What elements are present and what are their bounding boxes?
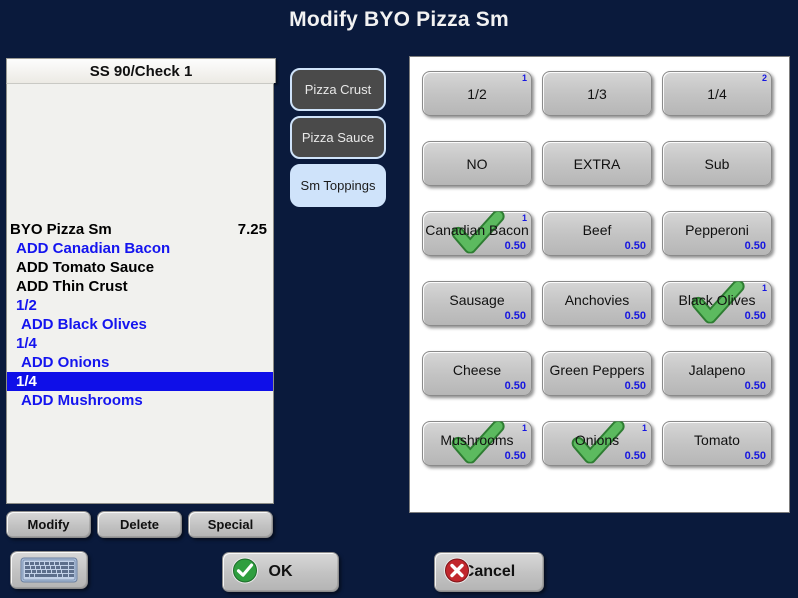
check-item-text: ADD Tomato Sauce <box>16 259 155 276</box>
delete-button[interactable]: Delete <box>97 511 182 538</box>
modifier-price: 0.50 <box>744 240 766 252</box>
modifier-label: 1/2 <box>467 85 487 102</box>
check-panel: SS 90/Check 1 BYO Pizza Sm 7.25 ADD Canadi… <box>6 58 276 505</box>
modifier-button-black-olives[interactable]: Black Olives 1 0.50 <box>662 279 772 326</box>
check-item-price: 7.25 <box>237 221 267 238</box>
modifier-quantity-badge: 1 <box>521 73 527 83</box>
category-tab-label: Sm Toppings <box>300 178 376 193</box>
modifier-price: 0.50 <box>504 240 526 252</box>
modifier-button-onions[interactable]: Onions 1 0.50 <box>542 419 652 466</box>
modifier-button-pepperoni[interactable]: Pepperoni 0.50 <box>662 211 772 256</box>
modifier-label: 1/4 <box>707 85 727 102</box>
modifier-button-1-3[interactable]: 1/3 <box>542 71 652 116</box>
cancel-button[interactable]: Cancel <box>434 552 544 592</box>
ok-label: OK <box>268 563 293 580</box>
ok-button[interactable]: OK <box>222 552 339 592</box>
modifier-quantity-badge: 1 <box>521 423 527 433</box>
modifier-price: 0.50 <box>744 380 766 392</box>
modifier-label: NO <box>466 155 488 172</box>
modifier-button-tomato[interactable]: Tomato 0.50 <box>662 421 772 466</box>
category-tab-sm-toppings[interactable]: Sm Toppings <box>290 164 386 207</box>
check-list-item[interactable]: ADD Mushrooms <box>7 391 273 410</box>
check-item-text: ADD Black Olives <box>21 316 147 333</box>
check-item-text: 1/4 <box>16 373 37 390</box>
keyboard-icon <box>20 557 78 583</box>
modifier-button-beef[interactable]: Beef 0.50 <box>542 211 652 256</box>
modifier-price: 0.50 <box>744 450 766 462</box>
page-title: Modify BYO Pizza Sm <box>289 8 509 31</box>
modifier-button-cheese[interactable]: Cheese 0.50 <box>422 351 532 396</box>
check-item-text: ADD Onions <box>21 354 110 371</box>
modifier-label: EXTRA <box>573 155 621 172</box>
check-list-item[interactable]: ADD Onions <box>7 353 273 372</box>
modifier-button-anchovies[interactable]: Anchovies 0.50 <box>542 281 652 326</box>
check-item-text: ADD Canadian Bacon <box>16 240 171 257</box>
check-list-item[interactable]: 1/4 <box>7 372 273 391</box>
modifier-button-green-peppers[interactable]: Green Peppers 0.50 <box>542 351 652 396</box>
modifier-price: 0.50 <box>504 380 526 392</box>
modify-button[interactable]: Modify <box>6 511 91 538</box>
modifier-price: 0.50 <box>624 450 646 462</box>
modifier-button-1-2[interactable]: 1/2 1 <box>422 71 532 116</box>
modifier-button-no[interactable]: NO <box>422 141 532 186</box>
modifier-quantity-badge: 1 <box>521 213 527 223</box>
modifier-quantity-badge: 1 <box>641 423 647 433</box>
category-tab-label: Pizza Crust <box>304 82 372 97</box>
modifier-price: 0.50 <box>744 310 766 322</box>
modifier-button-mushrooms[interactable]: Mushrooms 1 0.50 <box>422 419 532 466</box>
modifier-quantity-badge: 2 <box>761 73 767 83</box>
keyboard-button[interactable] <box>10 551 88 589</box>
modifier-price: 0.50 <box>504 310 526 322</box>
check-item-text: ADD Thin Crust <box>16 278 128 295</box>
modifier-price: 0.50 <box>624 310 646 322</box>
check-list[interactable]: BYO Pizza Sm 7.25 ADD Canadian Bacon ADD To… <box>6 83 274 504</box>
pos-modify-screen: Modify BYO Pizza Sm SS 90/Check 1 BYO Pi… <box>0 0 798 598</box>
modifier-price: 0.50 <box>624 380 646 392</box>
modifier-pad: 1/2 1 1/3 1/4 2 NO EXTRA Sub Canadian Bacon 1 0.50… <box>409 56 790 513</box>
modifier-button-jalapeno[interactable]: Jalapeno 0.50 <box>662 351 772 396</box>
modifier-label: Sub <box>704 155 730 172</box>
check-item-text: ADD Mushrooms <box>21 392 143 409</box>
check-list-item[interactable]: ADD Tomato Sauce <box>7 258 273 277</box>
modifier-price: 0.50 <box>624 240 646 252</box>
special-button[interactable]: Special <box>188 511 273 538</box>
ok-check-icon <box>231 557 259 588</box>
category-tab-pizza-sauce[interactable]: Pizza Sauce <box>290 116 386 159</box>
modifier-button-1-4[interactable]: 1/4 2 <box>662 71 772 116</box>
check-item-text: 1/2 <box>16 297 37 314</box>
check-list-item[interactable]: BYO Pizza Sm 7.25 <box>7 220 273 239</box>
modifier-button-canadian-bacon[interactable]: Canadian Bacon 1 0.50 <box>422 209 532 256</box>
modifier-button-sub[interactable]: Sub <box>662 141 772 186</box>
modifier-button-extra[interactable]: EXTRA <box>542 141 652 186</box>
check-header: SS 90/Check 1 <box>6 58 276 83</box>
modifier-price: 0.50 <box>504 450 526 462</box>
category-tab-pizza-crust[interactable]: Pizza Crust <box>290 68 386 111</box>
category-tab-label: Pizza Sauce <box>301 130 375 145</box>
check-list-item[interactable]: 1/4 <box>7 334 273 353</box>
modifier-label: 1/3 <box>587 85 607 102</box>
cancel-x-icon <box>443 557 471 588</box>
check-item-text: 1/4 <box>16 335 37 352</box>
check-list-item[interactable]: ADD Black Olives <box>7 315 273 334</box>
check-list-item[interactable]: ADD Canadian Bacon <box>7 239 273 258</box>
check-list-item[interactable]: ADD Thin Crust <box>7 277 273 296</box>
modifier-button-sausage[interactable]: Sausage 0.50 <box>422 281 532 326</box>
modifier-quantity-badge: 1 <box>761 283 767 293</box>
check-list-item[interactable]: 1/2 <box>7 296 273 315</box>
check-item-text: BYO Pizza Sm <box>10 221 112 238</box>
